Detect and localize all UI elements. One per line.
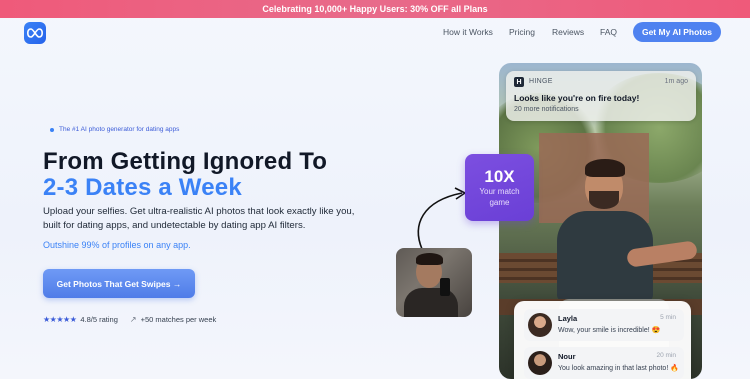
selfie-photo bbox=[396, 248, 472, 317]
headline-line-2: 2-3 Dates a Week bbox=[43, 174, 242, 201]
promo-banner: Celebrating 10,000+ Happy Users: 30% OFF… bbox=[0, 0, 750, 18]
badge-line-2: game bbox=[489, 198, 510, 207]
message-text: You look amazing in that last photo! 🔥 bbox=[558, 365, 679, 372]
top-nav: How it Works Pricing Reviews FAQ Get My … bbox=[0, 18, 750, 48]
10x-badge: 10X Your match game bbox=[465, 154, 534, 221]
headline-line-1: From Getting Ignored To bbox=[43, 148, 328, 175]
hero-subcopy: Upload your selfies. Get ultra-realistic… bbox=[43, 206, 355, 231]
nav-link-pricing[interactable]: Pricing bbox=[509, 27, 535, 37]
notification-app-name: HINGE bbox=[529, 78, 553, 85]
nav-link-reviews[interactable]: Reviews bbox=[552, 27, 584, 37]
message-sender: Layla bbox=[558, 314, 578, 323]
message-time: 5 min bbox=[660, 314, 676, 321]
nav-link-how-it-works[interactable]: How it Works bbox=[443, 27, 493, 37]
avatar bbox=[528, 351, 552, 375]
matches-text: +50 matches per week bbox=[140, 315, 217, 324]
message-time: 20 min bbox=[656, 352, 676, 359]
curved-arrow-icon bbox=[417, 187, 467, 250]
hinge-notification: H HINGE 1m ago Looks like you're on fire… bbox=[506, 71, 696, 121]
badge-line-1: Your match bbox=[479, 187, 520, 196]
message-item: Layla 5 min Wow, your smile is incredibl… bbox=[524, 309, 684, 341]
badge-multiplier: 10X bbox=[484, 167, 515, 186]
nav-link-faq[interactable]: FAQ bbox=[600, 27, 617, 37]
notification-subtitle: 20 more notifications bbox=[514, 106, 579, 113]
tagline: The #1 AI photo generator for dating app… bbox=[50, 126, 179, 133]
tagline-text: The #1 AI photo generator for dating app… bbox=[59, 126, 180, 133]
promo-banner-text: Celebrating 10,000+ Happy Users: 30% OFF… bbox=[262, 4, 488, 14]
message-item: Nour 20 min You look amazing in that las… bbox=[524, 347, 684, 379]
messages-card: Layla 5 min Wow, your smile is incredibl… bbox=[514, 301, 691, 379]
hero-highlight: Outshine 99% of profiles on any app. bbox=[43, 240, 191, 250]
logo[interactable] bbox=[24, 22, 46, 44]
get-my-ai-photos-button[interactable]: Get My AI Photos bbox=[633, 22, 721, 42]
notification-title: Looks like you're on fire today! bbox=[514, 93, 640, 103]
notification-time: 1m ago bbox=[664, 78, 688, 85]
arrow-trend-up-icon: ↗ bbox=[129, 315, 137, 324]
message-text: Wow, your smile is incredible! 😍 bbox=[558, 327, 661, 334]
star-rating-icon: ★★★★★ bbox=[43, 315, 77, 324]
rating-row: ★★★★★ 4.8/5 rating ↗ +50 matches per wee… bbox=[43, 315, 216, 324]
get-photos-button[interactable]: Get Photos That Get Swipes → bbox=[43, 269, 195, 298]
message-sender: Nour bbox=[558, 352, 576, 361]
tagline-dot-icon bbox=[50, 127, 54, 132]
rating-text: 4.8/5 rating bbox=[80, 315, 118, 324]
hinge-app-icon: H bbox=[514, 77, 524, 87]
avatar bbox=[528, 313, 552, 337]
infinity-icon bbox=[27, 28, 43, 38]
